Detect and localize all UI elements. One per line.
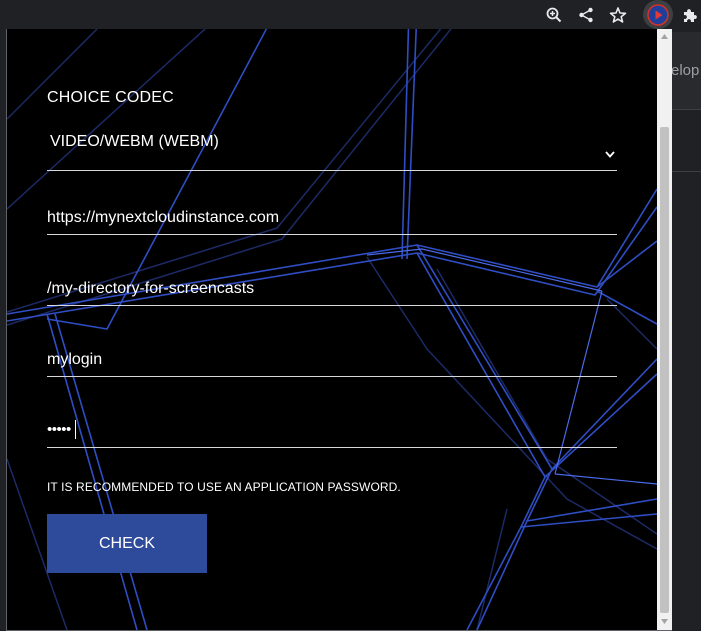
background-page-divider [671,171,701,172]
share-icon[interactable] [571,0,601,29]
login-input[interactable]: mylogin [47,343,617,377]
codec-label: CHOICE CODEC [47,89,174,106]
scrollbar[interactable] [657,29,672,630]
extension-play-icon[interactable] [643,0,673,29]
codec-selected-value: VIDEO/WEBM (WEBM) [50,133,219,150]
extensions-puzzle-icon[interactable] [675,0,701,29]
check-button[interactable]: CHECK [47,514,207,573]
bookmark-star-icon[interactable] [603,0,633,29]
nextcloud-url-input[interactable]: https://mynextcloudinstance.com [47,201,617,235]
scroll-up-arrow-icon[interactable] [660,32,669,41]
codec-select[interactable]: VIDEO/WEBM (WEBM) [47,131,617,171]
zoom-icon[interactable] [539,0,569,29]
chevron-down-icon [605,145,615,163]
directory-value: /my-directory-for-screencasts [47,280,255,297]
login-value: mylogin [47,351,103,368]
scroll-down-arrow-icon[interactable] [660,617,669,626]
password-masked-value: ••••• [47,421,71,438]
directory-input[interactable]: /my-directory-for-screencasts [47,272,617,306]
browser-toolbar [0,0,701,29]
password-input[interactable]: ••••• [47,414,617,448]
extension-popup: CHOICE CODEC VIDEO/WEBM (WEBM) https://m… [6,29,672,631]
password-hint: IT IS RECOMMENDED TO USE AN APPLICATION … [47,480,401,494]
scrollbar-thumb[interactable] [660,127,669,613]
nextcloud-url-value: https://mynextcloudinstance.com [47,209,280,226]
background-page-text: elop [671,62,700,79]
background-page: elop [671,29,701,631]
text-caret [75,420,76,439]
